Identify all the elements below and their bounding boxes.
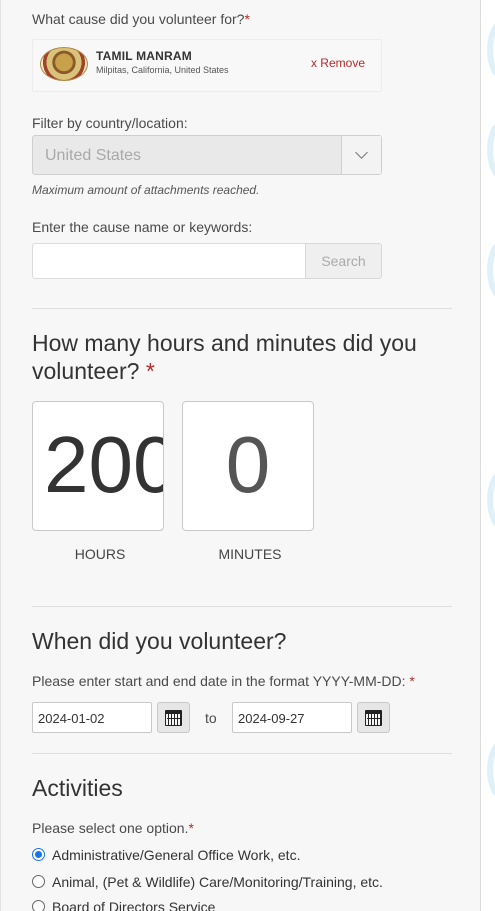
radio-selected-icon[interactable] xyxy=(32,848,45,861)
divider xyxy=(32,753,452,754)
end-date-input[interactable]: 2024-09-27 xyxy=(232,702,352,733)
country-select[interactable]: United States xyxy=(32,135,382,175)
radio-unselected-icon[interactable] xyxy=(32,900,45,911)
hours-heading-line1: How many hours and minutes did you xyxy=(32,330,417,356)
cause-question: What cause did you volunteer for?* xyxy=(32,11,250,27)
required-mark: * xyxy=(188,820,194,836)
start-date-input[interactable]: 2024-01-02 xyxy=(32,702,152,733)
date-separator: to xyxy=(205,710,217,726)
date-heading: When did you volunteer? xyxy=(32,628,287,654)
activities-instruction: Please select one option.* xyxy=(32,820,194,836)
activity-option-label: Animal, (Pet & Wildlife) Care/Monitoring… xyxy=(52,874,383,890)
search-button[interactable]: Search xyxy=(305,243,382,279)
cause-search-input[interactable] xyxy=(32,243,306,279)
cause-location: Milpitas, California, United States xyxy=(96,65,229,75)
hours-heading-line2: volunteer? xyxy=(32,358,140,384)
calendar-icon xyxy=(165,709,182,726)
chevron-down-icon xyxy=(355,146,368,159)
hours-input[interactable]: 200 xyxy=(32,401,164,531)
minutes-input[interactable]: 0 xyxy=(182,401,314,531)
remove-cause-link[interactable]: x Remove xyxy=(311,56,365,70)
attachments-note: Maximum amount of attachments reached. xyxy=(32,183,260,197)
activities-instruction-text: Please select one option. xyxy=(32,820,189,836)
start-date-calendar-button[interactable] xyxy=(157,702,190,733)
date-instruction-text: Please enter start and end date in the f… xyxy=(32,673,406,689)
cause-question-text: What cause did you volunteer for? xyxy=(32,11,245,27)
page-background-decor xyxy=(481,0,495,911)
hours-label: HOURS xyxy=(74,546,126,562)
hours-heading: How many hours and minutes did you volun… xyxy=(32,329,417,385)
activities-heading: Activities xyxy=(32,775,123,801)
date-instruction: Please enter start and end date in the f… xyxy=(32,673,415,689)
required-mark: * xyxy=(244,11,250,27)
end-date-calendar-button[interactable] xyxy=(357,702,390,733)
calendar-icon xyxy=(365,709,382,726)
activity-option-label: Administrative/General Office Work, etc. xyxy=(52,847,301,863)
required-mark: * xyxy=(409,673,415,689)
volunteer-form: What cause did you volunteer for?* TAMIL… xyxy=(0,0,481,911)
cause-logo xyxy=(40,47,88,81)
country-select-value: United States xyxy=(45,147,142,164)
activity-option-label: Board of Directors Service xyxy=(52,899,216,911)
minutes-value: 0 xyxy=(225,420,271,509)
cause-name: TAMIL MANRAM xyxy=(96,49,192,63)
radio-unselected-icon[interactable] xyxy=(32,875,45,888)
selected-cause-card: TAMIL MANRAM Milpitas, California, Unite… xyxy=(32,39,382,92)
hours-value: 200 xyxy=(44,420,163,509)
search-label: Enter the cause name or keywords: xyxy=(32,219,253,235)
filter-label: Filter by country/location: xyxy=(32,115,188,131)
divider xyxy=(32,606,452,607)
country-dropdown-button[interactable] xyxy=(341,136,381,174)
required-mark: * xyxy=(145,358,155,384)
divider xyxy=(32,308,452,309)
minutes-label: MINUTES xyxy=(218,546,282,562)
